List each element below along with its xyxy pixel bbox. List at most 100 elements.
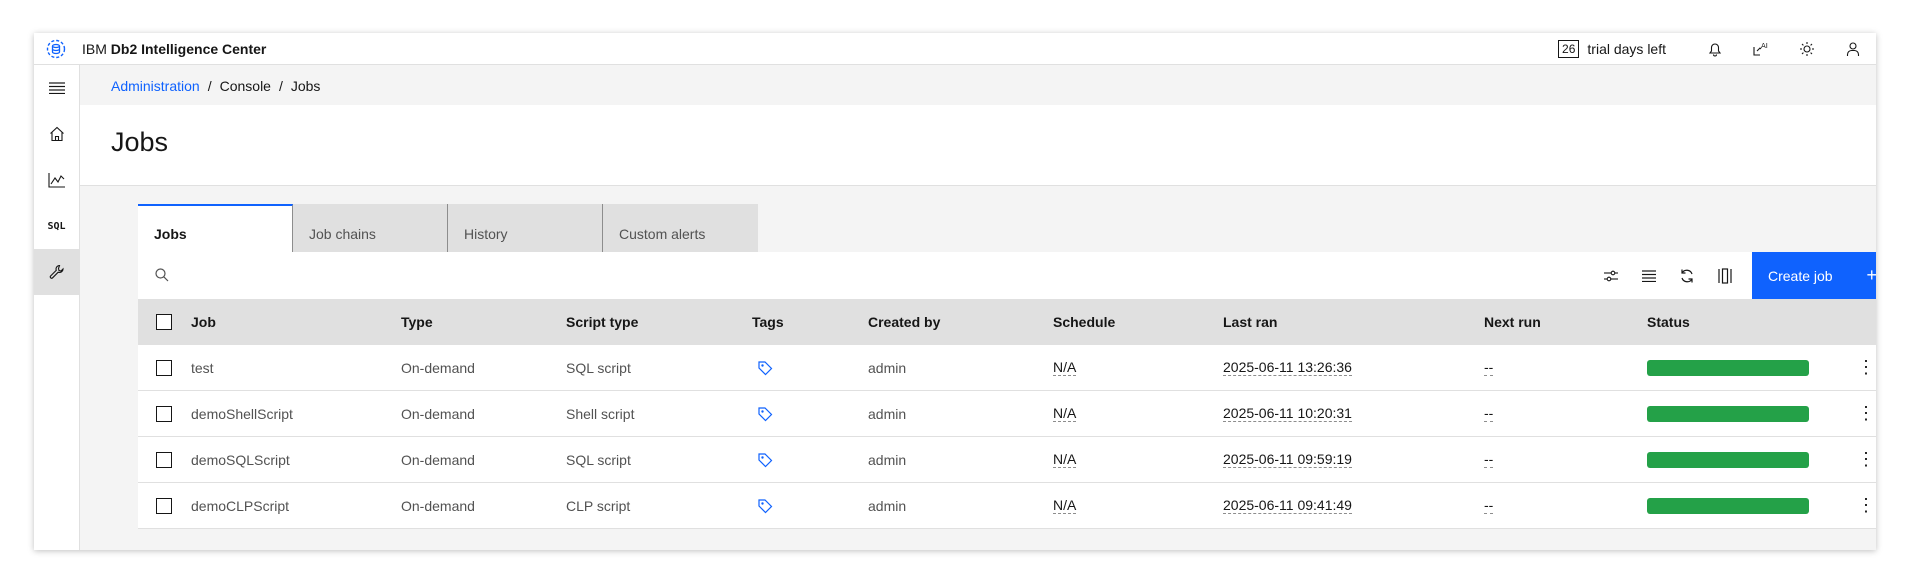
cell-created-by: admin (868, 359, 907, 376)
table-toolbar: Create job + (138, 252, 1876, 299)
status-progress-bar (1647, 406, 1809, 422)
cell-last-ran[interactable]: 2025-06-11 13:26:36 (1223, 359, 1352, 376)
header-last-ran[interactable]: Last ran (1223, 314, 1277, 330)
header-next-run[interactable]: Next run (1484, 314, 1541, 330)
column-settings-icon[interactable] (1706, 252, 1744, 299)
row-checkbox[interactable] (156, 406, 172, 422)
trial-days-count: 26 (1558, 40, 1580, 58)
cell-schedule[interactable]: N/A (1053, 497, 1077, 514)
cell-job: demoCLPScript (191, 497, 290, 514)
header-status[interactable]: Status (1647, 314, 1690, 330)
page-header: Jobs (80, 105, 1876, 186)
tab-label: Custom alerts (619, 226, 706, 242)
breadcrumb: Administration / Console / Jobs (111, 78, 321, 94)
overflow-menu-icon[interactable]: ⋮ (1857, 358, 1875, 376)
cell-job: demoSQLScript (191, 451, 290, 468)
top-header: IBM Db2 Intelligence Center 26 trial day… (34, 33, 1876, 65)
tab-history[interactable]: History (448, 204, 603, 252)
db2-logo-icon[interactable] (42, 35, 70, 63)
overflow-menu-icon[interactable]: ⋮ (1857, 496, 1875, 514)
search-icon[interactable] (154, 267, 170, 288)
brand-name: Db2 Intelligence Center (110, 40, 267, 57)
cell-next-run[interactable]: -- (1484, 497, 1494, 514)
refresh-icon[interactable] (1668, 252, 1706, 299)
breadcrumb-administration[interactable]: Administration (111, 78, 200, 94)
add-icon: + (1866, 265, 1876, 285)
header-schedule[interactable]: Schedule (1053, 314, 1115, 330)
header-tags[interactable]: Tags (752, 314, 784, 330)
cell-type: On-demand (401, 359, 475, 376)
side-navigation: SQL (34, 65, 80, 550)
tab-list: Jobs Job chains History Custom alerts (138, 204, 758, 252)
cell-created-by: admin (868, 405, 907, 422)
cell-last-ran[interactable]: 2025-06-11 10:20:31 (1223, 405, 1352, 422)
table-row[interactable]: demoSQLScript On-demand SQL script admin… (138, 437, 1876, 483)
table-row[interactable]: demoShellScript On-demand Shell script a… (138, 391, 1876, 437)
tag-icon[interactable] (757, 360, 773, 379)
header-created-by[interactable]: Created by (868, 314, 940, 330)
notification-icon[interactable] (1692, 33, 1738, 65)
breadcrumb-console[interactable]: Console (220, 78, 271, 94)
breadcrumb-jobs: Jobs (290, 78, 321, 94)
cell-last-ran[interactable]: 2025-06-11 09:59:19 (1223, 451, 1352, 468)
row-checkbox[interactable] (156, 360, 172, 376)
row-checkbox[interactable] (156, 452, 172, 468)
list-view-icon[interactable] (1630, 252, 1668, 299)
table-row[interactable]: demoCLPScript On-demand CLP script admin… (138, 483, 1876, 529)
table-row[interactable]: test On-demand SQL script admin N/A 2025… (138, 345, 1876, 391)
tab-label: History (464, 226, 508, 242)
breadcrumb-area: Administration / Console / Jobs (80, 65, 1876, 105)
filter-settings-icon[interactable] (1592, 252, 1630, 299)
cell-next-run[interactable]: -- (1484, 405, 1494, 422)
tag-icon[interactable] (757, 498, 773, 517)
cell-next-run[interactable]: -- (1484, 359, 1494, 376)
overflow-menu-icon[interactable]: ⋮ (1857, 450, 1875, 468)
theme-toggle-icon[interactable] (1784, 33, 1830, 65)
tab-job-chains[interactable]: Job chains (293, 204, 448, 252)
header-type[interactable]: Type (401, 314, 433, 330)
cell-script-type: SQL script (566, 451, 631, 468)
tab-custom-alerts[interactable]: Custom alerts (603, 204, 758, 252)
cell-created-by: admin (868, 497, 907, 514)
cell-script-type: CLP script (566, 497, 631, 514)
ai-assistant-icon[interactable]: AI (1738, 33, 1784, 65)
status-progress-bar (1647, 498, 1809, 514)
header-actions: 26 trial days left AI (1558, 33, 1876, 65)
cell-script-type: SQL script (566, 359, 631, 376)
administration-wrench-icon[interactable] (34, 249, 79, 295)
create-job-button[interactable]: Create job + (1752, 252, 1876, 299)
brand-prefix: IBM (82, 40, 111, 57)
cell-type: On-demand (401, 497, 475, 514)
cell-schedule[interactable]: N/A (1053, 405, 1077, 422)
cell-schedule[interactable]: N/A (1053, 451, 1077, 468)
toolbar-actions: Create job + (1592, 252, 1876, 299)
cell-next-run[interactable]: -- (1484, 451, 1494, 468)
cell-job: test (191, 359, 214, 376)
home-icon[interactable] (34, 111, 79, 157)
overflow-menu-icon[interactable]: ⋮ (1857, 404, 1875, 422)
cell-schedule[interactable]: N/A (1053, 359, 1077, 376)
trial-days-label: trial days left (1587, 41, 1666, 57)
tab-label: Jobs (154, 226, 187, 242)
tag-icon[interactable] (757, 452, 773, 471)
header-job[interactable]: Job (191, 314, 216, 330)
app-brand: IBM Db2 Intelligence Center (82, 41, 266, 57)
app-window: IBM Db2 Intelligence Center 26 trial day… (34, 33, 1876, 550)
sql-nav-label: SQL (47, 220, 66, 232)
cell-script-type: Shell script (566, 405, 635, 422)
tab-jobs[interactable]: Jobs (138, 204, 293, 252)
header-script-type[interactable]: Script type (566, 314, 638, 330)
row-checkbox[interactable] (156, 498, 172, 514)
sql-editor-icon[interactable]: SQL (34, 203, 79, 249)
trial-indicator: 26 trial days left (1558, 40, 1666, 58)
svg-text:AI: AI (1761, 42, 1768, 50)
table-header-row: Job Type Script type Tags Created by Sch… (138, 299, 1876, 345)
select-all-checkbox[interactable] (156, 314, 172, 330)
cell-last-ran[interactable]: 2025-06-11 09:41:49 (1223, 497, 1352, 514)
user-profile-icon[interactable] (1830, 33, 1876, 65)
cell-created-by: admin (868, 451, 907, 468)
status-progress-bar (1647, 452, 1809, 468)
tag-icon[interactable] (757, 406, 773, 425)
menu-toggle-icon[interactable] (34, 65, 79, 111)
monitoring-chart-icon[interactable] (34, 157, 79, 203)
